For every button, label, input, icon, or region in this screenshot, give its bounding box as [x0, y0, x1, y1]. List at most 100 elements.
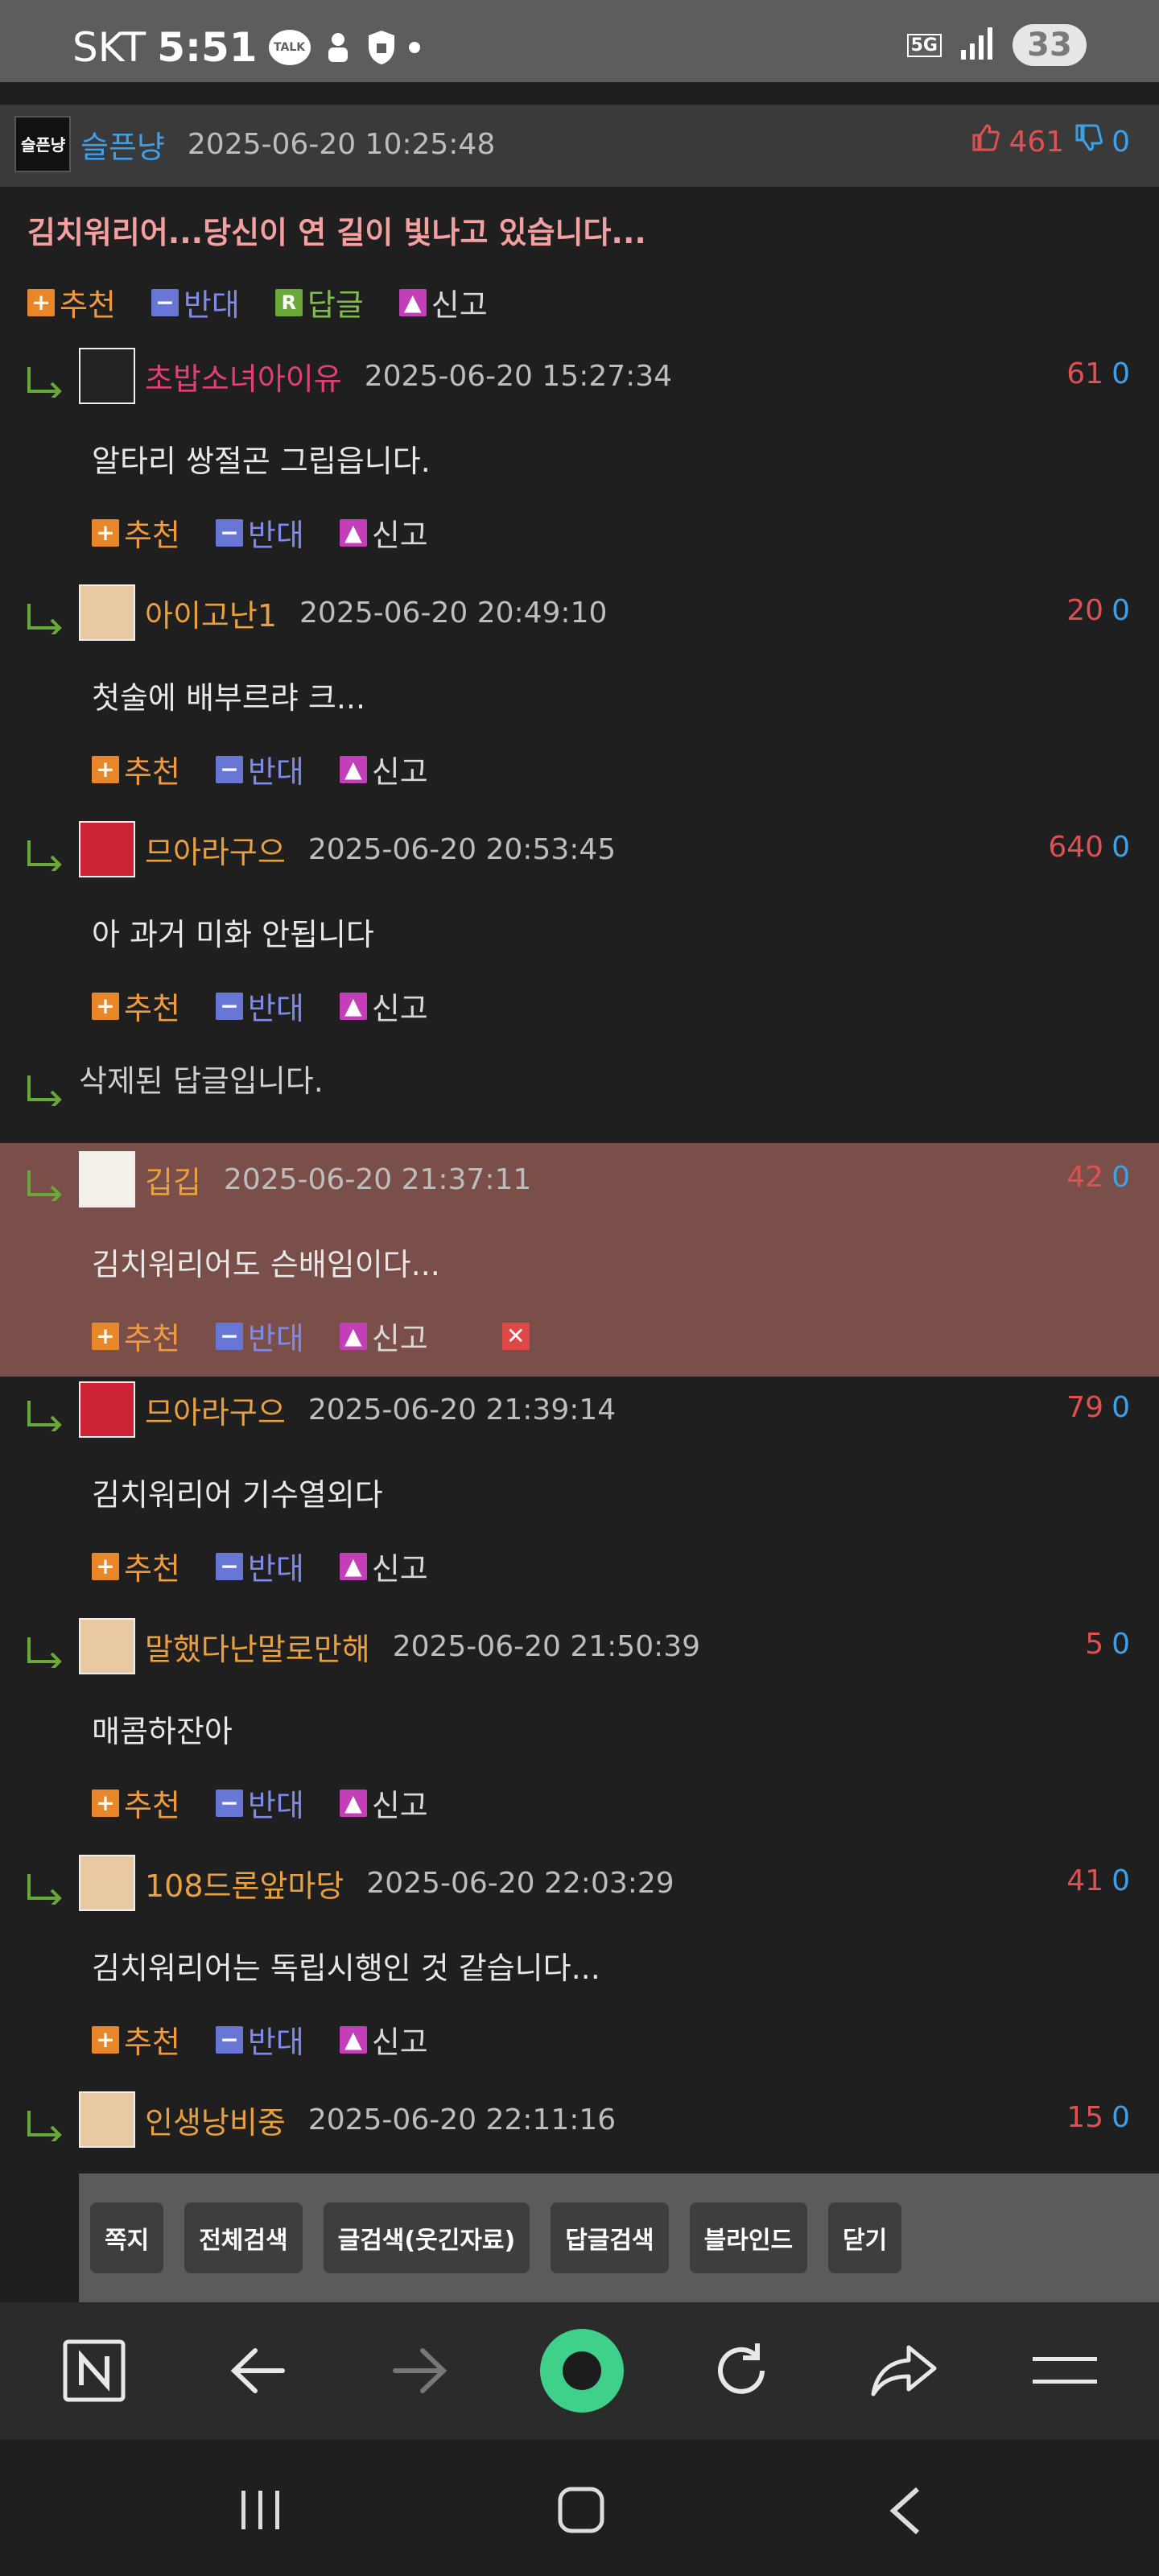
reply-author[interactable]: 므아라구으	[145, 1388, 286, 1432]
toolbar-blind-button[interactable]: 블라인드	[689, 2202, 808, 2273]
status-bar: SKT 5:51 TALK 5G 33	[0, 0, 1159, 82]
report-button[interactable]: ▲ 신고	[339, 1781, 428, 1825]
system-nav-bar	[0, 2439, 1159, 2576]
report-label: 신고	[371, 1551, 428, 1587]
avatar[interactable]	[79, 1381, 135, 1438]
avatar[interactable]: 슬픈냥	[14, 116, 71, 172]
avatar[interactable]	[79, 1618, 135, 1674]
toolbar-search-all-button[interactable]: 전체검색	[184, 2202, 303, 2273]
back-icon[interactable]	[222, 2334, 295, 2407]
reply-author[interactable]: 초밥소녀아이유	[145, 354, 342, 398]
oppose-button[interactable]: − 반대	[215, 747, 304, 791]
reply-arrow-icon	[24, 602, 64, 638]
upvote-count: 41	[1066, 1864, 1104, 1897]
avatar[interactable]	[79, 821, 135, 877]
toolbar-search-replies-button[interactable]: 답글검색	[551, 2202, 669, 2273]
oppose-label: 반대	[247, 1321, 304, 1356]
avatar[interactable]	[79, 1855, 135, 1911]
upvote-count: 461	[1008, 126, 1065, 159]
plus-icon: +	[92, 1552, 119, 1580]
downvote-count: 0	[1112, 1391, 1130, 1424]
forward-icon[interactable]	[383, 2334, 456, 2407]
report-label: 신고	[371, 2025, 428, 2060]
toolbar-close-button[interactable]: 닫기	[828, 2202, 902, 2273]
oppose-button[interactable]: − 반대	[215, 510, 304, 555]
oppose-label: 반대	[247, 518, 304, 553]
bottom-toolbar: 쪽지 전체검색 글검색(웃긴자료) 답글검색 블라인드 닫기	[79, 2174, 1159, 2302]
recommend-button[interactable]: + 추천	[27, 280, 116, 324]
upvote-count: 61	[1066, 357, 1104, 390]
thumbs-down-icon[interactable]	[1074, 124, 1103, 159]
recommend-label: 추천	[124, 1788, 180, 1823]
browser-nav-bar	[0, 2302, 1159, 2439]
kakaotalk-icon: TALK	[268, 30, 311, 65]
reply-button[interactable]: R 답글	[274, 280, 364, 324]
minus-icon: −	[215, 1552, 243, 1580]
report-button[interactable]: ▲ 신고	[339, 1314, 428, 1358]
recent-apps-icon[interactable]	[238, 2487, 283, 2536]
oppose-label: 반대	[247, 1788, 304, 1823]
oppose-button[interactable]: − 반대	[215, 984, 304, 1028]
recommend-button[interactable]: + 추천	[92, 510, 180, 555]
downvote-count: 0	[1112, 831, 1130, 864]
recommend-button[interactable]: + 추천	[92, 984, 180, 1028]
recommend-button[interactable]: + 추천	[92, 1781, 180, 1825]
share-icon[interactable]	[868, 2334, 940, 2407]
reply-author[interactable]: 108드론앞마당	[145, 1861, 344, 1905]
downvote-count: 0	[1112, 1161, 1130, 1194]
report-button[interactable]: ▲ 신고	[339, 1544, 428, 1588]
avatar[interactable]	[79, 584, 135, 641]
report-button[interactable]: ▲ 신고	[339, 984, 428, 1028]
delete-icon[interactable]: ✕	[501, 1322, 530, 1350]
vote-counts: 61 0	[1066, 357, 1130, 390]
vote-counts: 461 0	[971, 124, 1130, 159]
recommend-button[interactable]: + 추천	[92, 747, 180, 791]
thumbs-up-icon[interactable]	[971, 124, 1000, 159]
upvote-count: 15	[1066, 2101, 1104, 2134]
report-button[interactable]: ▲ 신고	[339, 747, 428, 791]
oppose-button[interactable]: − 반대	[215, 1314, 304, 1358]
system-back-icon[interactable]	[885, 2486, 926, 2539]
recommend-button[interactable]: + 추천	[92, 1314, 180, 1358]
signal-icon	[959, 26, 995, 64]
oppose-button[interactable]: − 반대	[215, 1544, 304, 1588]
oppose-button[interactable]: − 반대	[215, 1781, 304, 1825]
menu-icon[interactable]	[1029, 2334, 1101, 2407]
downvote-count: 0	[1112, 594, 1130, 627]
reply-author[interactable]: 아이고난1	[145, 591, 277, 635]
oppose-button[interactable]: − 반대	[215, 2017, 304, 2062]
recommend-label: 추천	[124, 2025, 180, 2060]
avatar[interactable]	[79, 2091, 135, 2148]
reply-author[interactable]: 인생낭비중	[145, 2098, 286, 2142]
reply-arrow-icon	[24, 1872, 64, 1908]
avatar[interactable]	[79, 348, 135, 404]
reply-author[interactable]: 말했다난말로만해	[145, 1624, 370, 1669]
report-button[interactable]: ▲ 신고	[398, 280, 488, 324]
report-label: 신고	[371, 518, 428, 553]
reply-date: 2025-06-20 21:37:11	[223, 1162, 532, 1196]
reply-arrow-icon	[24, 1074, 64, 1109]
naver-icon[interactable]	[58, 2334, 130, 2407]
refresh-icon[interactable]	[705, 2334, 777, 2407]
toolbar-search-posts-button[interactable]: 글검색(웃긴자료)	[323, 2202, 530, 2273]
report-button[interactable]: ▲ 신고	[339, 2017, 428, 2062]
toolbar-message-button[interactable]: 쪽지	[90, 2202, 164, 2273]
recommend-button[interactable]: + 추천	[92, 2017, 180, 2062]
recommend-label: 추천	[124, 1321, 180, 1356]
reply-date: 2025-06-20 20:53:45	[307, 832, 617, 866]
comment-author[interactable]: 슬픈냥	[80, 122, 165, 167]
reply-text: 매콤하잔아	[92, 1714, 233, 1749]
oppose-button[interactable]: − 반대	[151, 280, 240, 324]
recommend-button[interactable]: + 추천	[92, 1544, 180, 1588]
report-button[interactable]: ▲ 신고	[339, 510, 428, 555]
reply-arrow-icon	[24, 1399, 64, 1435]
report-label: 신고	[371, 1321, 428, 1356]
reply-author[interactable]: 므아라구으	[145, 828, 286, 872]
home-icon[interactable]	[557, 2486, 605, 2537]
home-circle-icon[interactable]	[538, 2326, 626, 2415]
reply-author[interactable]: 깁깁	[145, 1158, 201, 1202]
downvote-count: 0	[1112, 126, 1130, 159]
recommend-label: 추천	[124, 754, 180, 790]
reply-text: 첫술에 배부르랴 크...	[92, 680, 366, 716]
avatar[interactable]	[79, 1151, 135, 1208]
